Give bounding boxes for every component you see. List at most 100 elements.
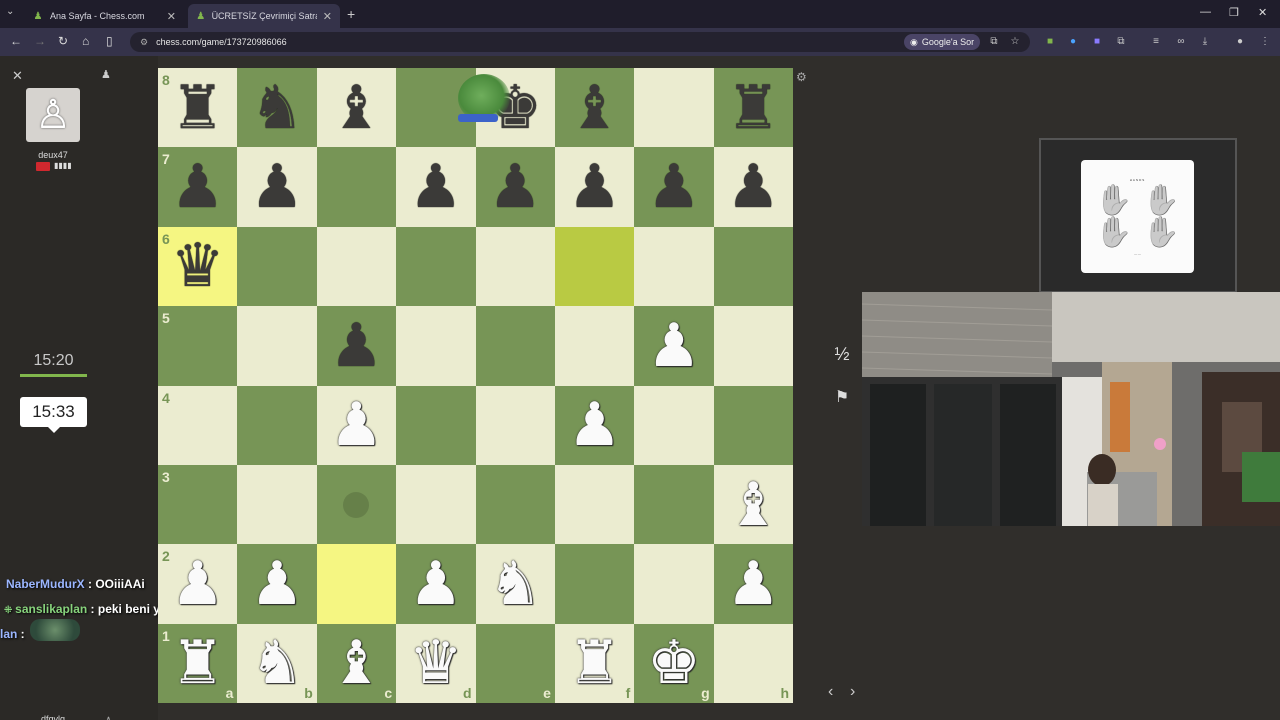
white-pawn-icon[interactable]: ♟ — [330, 395, 384, 455]
black-bishop-icon[interactable]: ♝ — [330, 78, 384, 138]
square-d1[interactable]: d ♛ — [396, 623, 476, 703]
square-h2[interactable]: ♟ — [713, 544, 793, 624]
tab-game[interactable]: ♟ ÜCRETSİZ Çevrimiçi Satranç Oy ✕ — [188, 4, 340, 28]
square-c1[interactable]: c ♝ — [316, 623, 397, 703]
square-f1[interactable]: f ♜ — [554, 623, 635, 703]
close-tab-icon[interactable]: ✕ — [167, 10, 176, 23]
square-f6[interactable] — [554, 226, 635, 307]
square-h8[interactable]: ♜ — [713, 68, 793, 148]
white-rook-icon[interactable]: ♜ — [171, 633, 225, 693]
white-king-icon[interactable]: ♚ — [647, 633, 701, 693]
square-c4[interactable]: ♟ — [316, 385, 397, 465]
square-c5[interactable]: ♟ — [316, 306, 397, 386]
square-h1[interactable]: h — [713, 623, 793, 703]
close-tab-icon[interactable]: ✕ — [323, 10, 332, 23]
bookmark-star-icon[interactable]: ☆ — [1009, 35, 1021, 47]
black-pawn-icon[interactable]: ♟ — [409, 157, 463, 217]
site-info-icon[interactable]: ⚙ — [140, 37, 148, 48]
square-f7[interactable]: ♟ — [554, 147, 635, 227]
square-b6[interactable] — [237, 226, 317, 307]
offer-draw-button[interactable]: ½ — [828, 340, 856, 368]
square-e7[interactable]: ♟ — [475, 147, 555, 227]
google-ask-button[interactable]: ◉ Google'a Sor — [904, 34, 981, 50]
extension-icon[interactable]: ■ — [1044, 35, 1056, 47]
sidebar-icon[interactable]: ▯ — [106, 34, 113, 48]
black-rook-icon[interactable]: ♜ — [171, 78, 225, 138]
square-g7[interactable]: ♟ — [634, 147, 714, 227]
minimize-icon[interactable]: — — [1200, 6, 1211, 18]
white-bishop-icon[interactable]: ♝ — [330, 633, 384, 693]
install-app-icon[interactable]: ⧉ — [988, 35, 1000, 47]
white-knight-icon[interactable]: ♞ — [488, 554, 542, 614]
black-bishop-icon[interactable]: ♝ — [568, 78, 622, 138]
square-f2[interactable] — [554, 544, 635, 624]
square-b4[interactable] — [237, 385, 317, 465]
square-b7[interactable]: ♟ — [237, 147, 317, 227]
download-icon[interactable]: ⤓ — [1199, 35, 1211, 47]
white-knight-icon[interactable]: ♞ — [250, 633, 304, 693]
black-rook-icon[interactable]: ♜ — [726, 78, 780, 138]
black-pawn-icon[interactable]: ♟ — [568, 157, 622, 217]
square-a7[interactable]: 7 ♟ — [158, 147, 238, 227]
square-a1[interactable]: 1 a ♜ — [158, 623, 238, 703]
black-knight-icon[interactable]: ♞ — [250, 78, 304, 138]
square-d2[interactable]: ♟ — [396, 544, 476, 624]
profile-avatar-icon[interactable]: ● — [1234, 35, 1246, 47]
previous-move-button[interactable]: ‹ — [828, 683, 833, 701]
square-a3[interactable]: 3 — [158, 464, 238, 545]
square-e2[interactable]: ♞ — [475, 544, 555, 624]
black-pawn-icon[interactable]: ♟ — [330, 316, 384, 376]
square-g5[interactable]: ♟ — [634, 306, 714, 386]
square-f3[interactable] — [554, 464, 635, 545]
reload-icon[interactable]: ↻ — [58, 34, 68, 48]
square-g4[interactable] — [634, 385, 714, 465]
opponent-name[interactable]: deux47 — [26, 150, 80, 160]
square-a8[interactable]: 8 ♜ — [158, 68, 238, 148]
next-move-button[interactable]: › — [850, 683, 855, 701]
square-d6[interactable] — [396, 226, 476, 307]
window-close-icon[interactable]: ✕ — [1258, 6, 1267, 19]
user-icon[interactable]: ♟ — [101, 68, 111, 81]
square-e1[interactable]: e — [475, 623, 555, 703]
black-pawn-icon[interactable]: ♟ — [488, 157, 542, 217]
address-bar[interactable]: ⚙ chess.com/game/173720986066 — [130, 32, 1030, 52]
new-tab-icon[interactable]: + — [347, 6, 355, 22]
square-a2[interactable]: 2 ♟ — [158, 544, 238, 624]
square-d5[interactable] — [396, 306, 476, 386]
extension-icon[interactable]: ■ — [1091, 35, 1103, 47]
square-b2[interactable]: ♟ — [237, 544, 317, 624]
square-h6[interactable] — [713, 226, 793, 307]
square-b3[interactable] — [237, 464, 317, 545]
legal-move-dot[interactable] — [343, 491, 370, 518]
black-pawn-icon[interactable]: ♟ — [647, 157, 701, 217]
square-h5[interactable] — [713, 306, 793, 386]
close-icon[interactable]: ✕ — [12, 68, 23, 84]
resign-flag-icon[interactable]: ⚑ — [830, 385, 854, 409]
black-pawn-icon[interactable]: ♟ — [726, 157, 780, 217]
square-c2[interactable] — [316, 544, 397, 624]
square-g6[interactable] — [634, 226, 714, 307]
tab-home[interactable]: ♟ Ana Sayfa - Chess.com ✕ — [24, 4, 184, 28]
restore-icon[interactable]: ❐ — [1229, 6, 1239, 19]
square-h4[interactable] — [713, 385, 793, 465]
square-e4[interactable] — [475, 385, 555, 465]
square-c7[interactable] — [316, 147, 397, 227]
black-queen-icon[interactable]: ♛ — [171, 236, 225, 296]
white-queen-icon[interactable]: ♛ — [409, 633, 463, 693]
square-b1[interactable]: b ♞ — [237, 623, 317, 703]
link-icon[interactable]: ∞ — [1175, 35, 1187, 47]
square-a5[interactable]: 5 — [158, 306, 238, 386]
square-f5[interactable] — [554, 306, 635, 386]
player-name[interactable]: dfgvlg — [26, 714, 80, 720]
square-g3[interactable] — [634, 464, 714, 545]
square-c3[interactable] — [316, 464, 397, 545]
white-pawn-icon[interactable]: ♟ — [171, 554, 225, 614]
square-f8[interactable]: ♝ — [554, 68, 635, 148]
back-icon[interactable]: ← — [10, 34, 22, 48]
extension-icon[interactable]: ● — [1067, 35, 1079, 47]
square-c6[interactable] — [316, 226, 397, 307]
square-d3[interactable] — [396, 464, 476, 545]
square-g1[interactable]: g ♚ — [634, 623, 714, 703]
media-icon[interactable]: ≡ — [1150, 35, 1162, 47]
forward-icon[interactable]: → — [34, 34, 46, 48]
